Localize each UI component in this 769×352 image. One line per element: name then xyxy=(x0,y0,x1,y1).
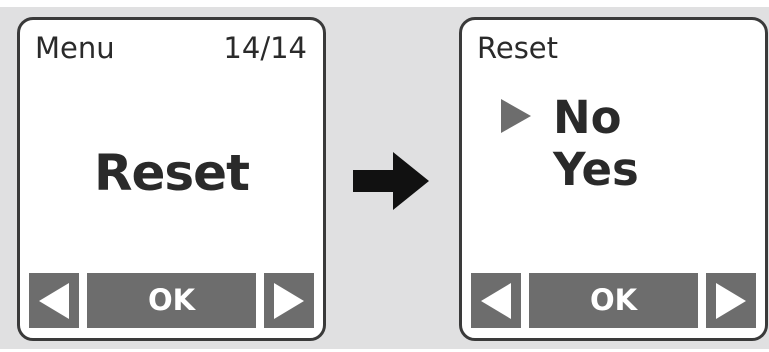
menu-screen: Menu 14/14 Reset OK xyxy=(17,17,326,341)
ok-button-label: OK xyxy=(589,283,638,317)
previous-button[interactable] xyxy=(29,273,79,328)
selection-triangle-icon xyxy=(501,99,531,133)
right-triangle-icon xyxy=(716,282,746,319)
option-yes[interactable]: Yes xyxy=(553,147,639,192)
next-button[interactable] xyxy=(264,273,314,328)
header-title: Reset xyxy=(477,31,559,65)
next-button[interactable] xyxy=(706,273,756,328)
ok-button[interactable]: OK xyxy=(87,273,256,328)
header-title: Menu xyxy=(35,31,115,65)
option-no[interactable]: No xyxy=(553,95,622,140)
ok-button-label: OK xyxy=(147,283,196,317)
reset-screen: Reset No Yes OK xyxy=(459,17,768,341)
ok-button[interactable]: OK xyxy=(529,273,698,328)
left-triangle-icon xyxy=(481,282,511,319)
right-arrow-icon xyxy=(353,152,429,210)
previous-button[interactable] xyxy=(471,273,521,328)
menu-item-title: Reset xyxy=(94,144,250,202)
softkey-bar: OK xyxy=(29,273,314,328)
softkey-bar: OK xyxy=(471,273,756,328)
page-counter: 14/14 xyxy=(223,31,307,65)
left-triangle-icon xyxy=(39,282,69,319)
right-triangle-icon xyxy=(274,282,304,319)
